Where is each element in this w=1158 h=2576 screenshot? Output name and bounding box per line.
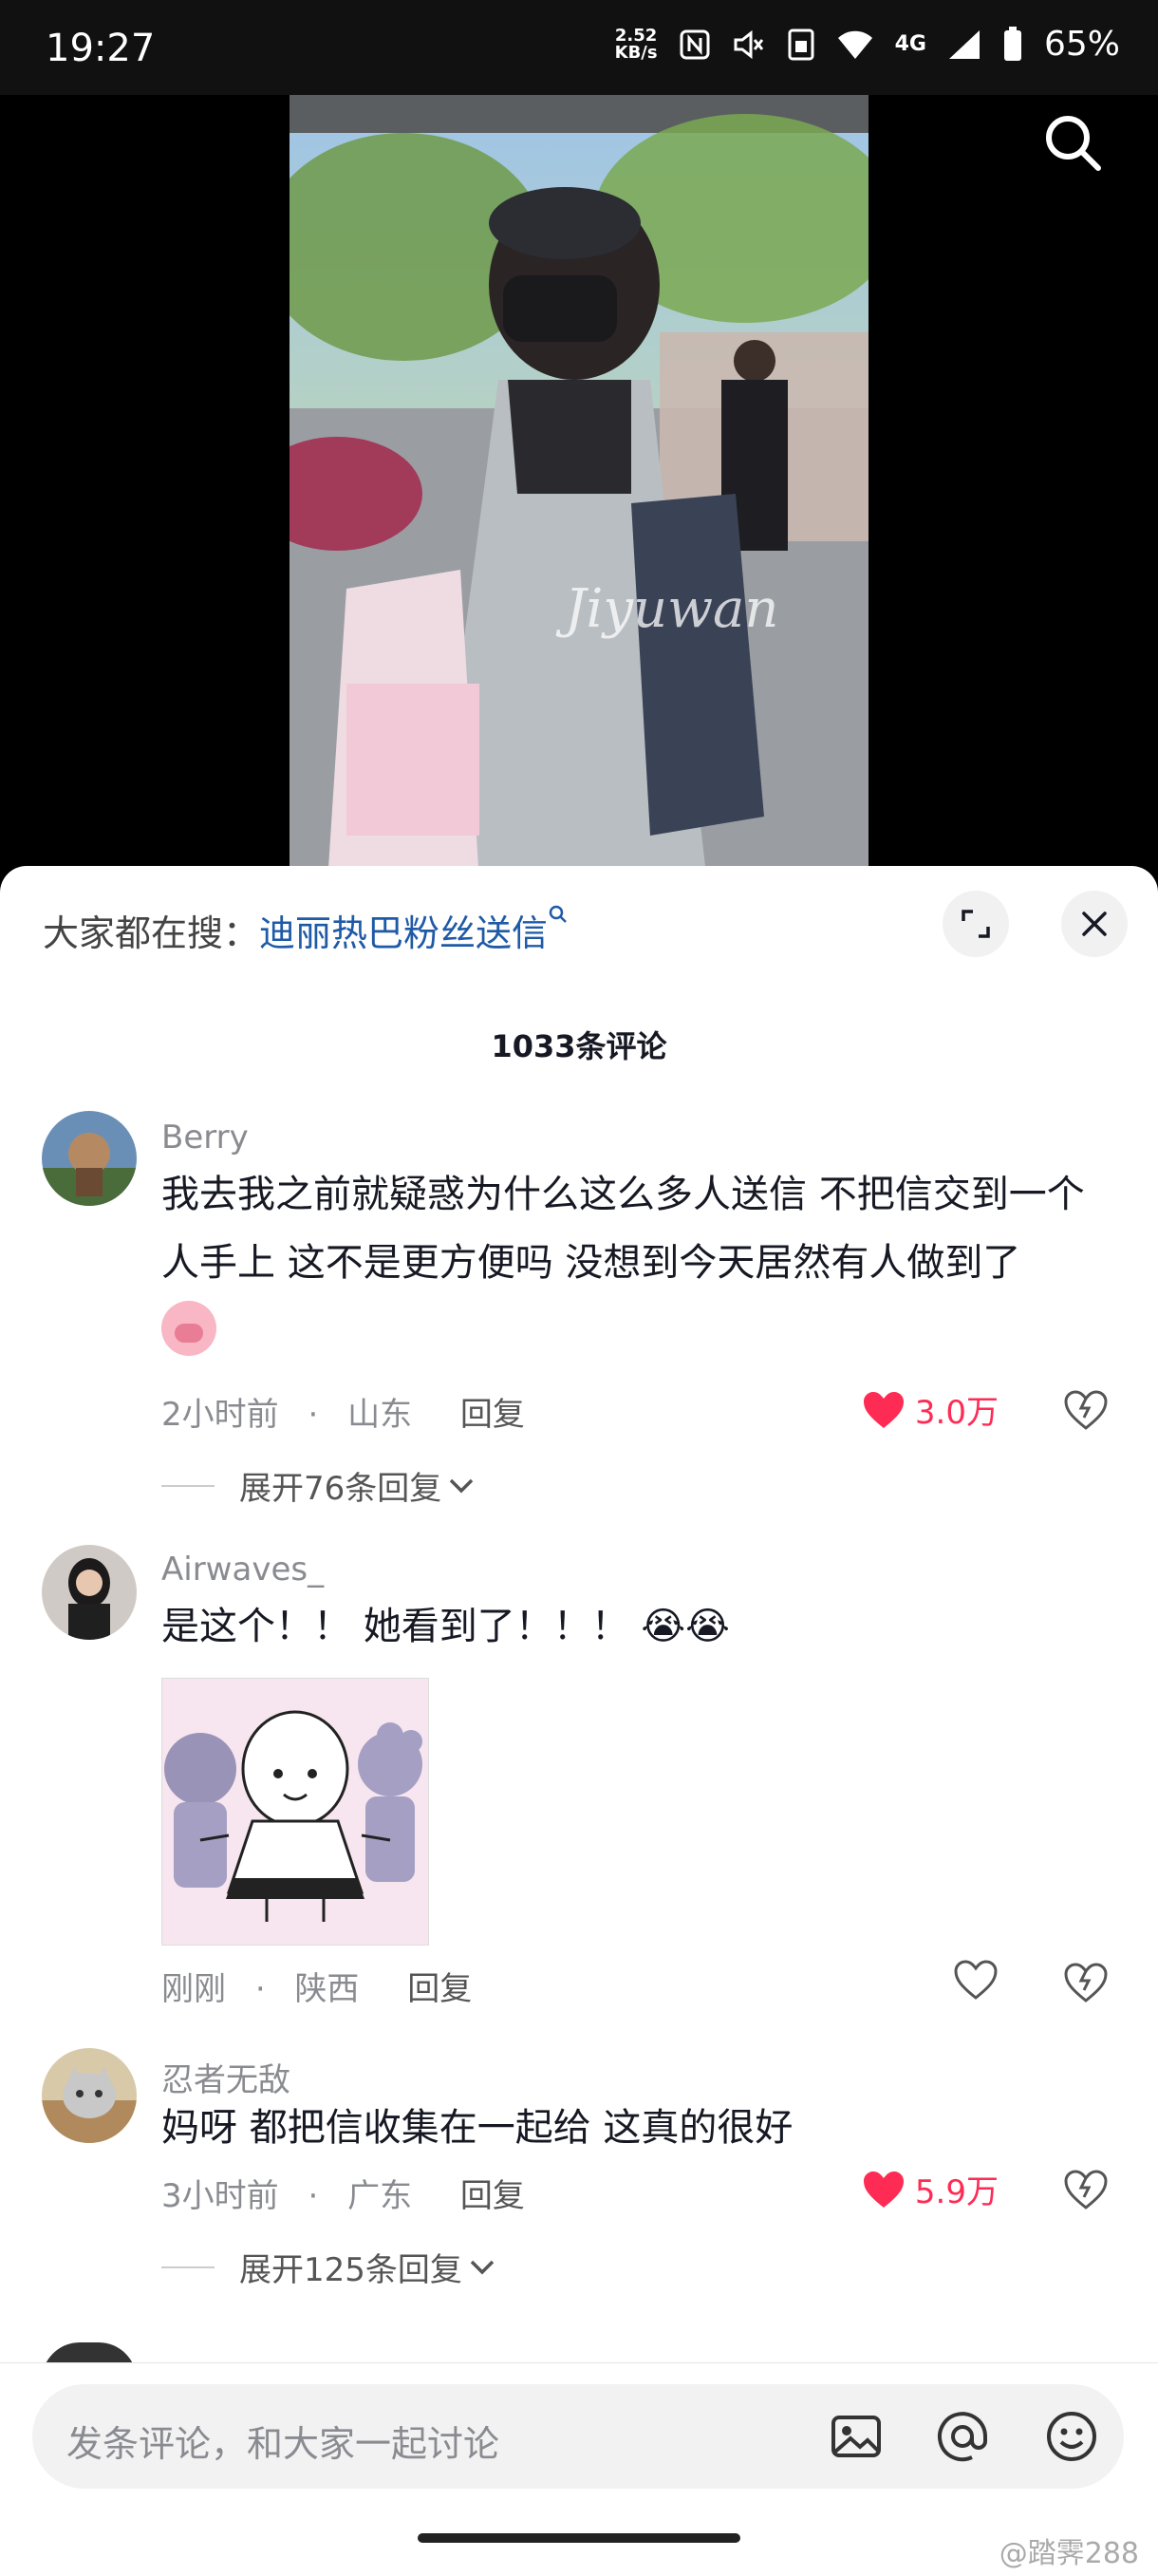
expand-icon <box>962 910 990 938</box>
close-icon <box>1082 912 1107 936</box>
comment-meta: 2小时前 · 山东 回复 <box>161 1396 525 1434</box>
comment-count: 1033条评论 <box>491 1028 667 1064</box>
chevron-down-icon <box>450 1478 474 1493</box>
status-bar: 19:27 2.52 KB/s 4G 65% <box>0 0 1158 95</box>
status-time: 19:27 <box>46 27 156 70</box>
avatar[interactable] <box>42 2048 137 2143</box>
dislike-icon[interactable] <box>1063 1386 1109 1432</box>
hot-search-bar: 大家都在搜：迪丽热巴粉丝送信 <box>43 904 569 956</box>
battery-level: 65% <box>1043 25 1120 64</box>
battery-icon <box>1003 26 1021 61</box>
chevron-down-icon <box>470 2260 495 2274</box>
comment-input-bar: 发条评论，和大家一起讨论 <box>0 2362 1158 2576</box>
expand-sheet-button[interactable] <box>943 891 1009 957</box>
status-icons: 2.52 KB/s 4G 65% <box>615 25 1120 64</box>
image-icon[interactable] <box>828 2408 885 2465</box>
comment-sheet: 大家都在搜：迪丽热巴粉丝送信 1033条评论 Berry 我去我之前就疑惑为什么… <box>0 866 1158 2575</box>
weibo-watermark: @踏霁288 <box>999 2537 1139 2570</box>
video-thumbnail: Jiyuwan <box>290 95 868 883</box>
heart-filled-icon <box>863 2171 904 2208</box>
video-player[interactable]: Jiyuwan <box>0 95 1158 883</box>
nfc-icon <box>680 29 710 59</box>
reply-button[interactable]: 回复 <box>460 1396 525 1434</box>
search-icon[interactable] <box>1039 109 1106 176</box>
mention-icon[interactable] <box>934 2408 991 2465</box>
dislike-icon[interactable] <box>1063 1959 1109 2004</box>
comment-input-placeholder: 发条评论，和大家一起讨论 <box>66 2423 500 2465</box>
like-count: 3.0万 <box>914 1394 999 1432</box>
reply-button[interactable]: 回复 <box>460 2177 525 2215</box>
hot-search-link[interactable]: 迪丽热巴粉丝送信 <box>259 912 548 954</box>
reply-button[interactable]: 回复 <box>407 1970 472 2008</box>
expand-replies-button[interactable]: 展开125条回复 <box>161 2244 496 2290</box>
pig-emoji <box>161 1301 216 1356</box>
avatar[interactable] <box>42 1111 137 1206</box>
comment-username[interactable]: Airwaves_ <box>161 1551 324 1589</box>
avatar[interactable] <box>42 1545 137 1640</box>
heart-outline-icon <box>954 1960 998 2000</box>
comment-username[interactable]: Berry <box>161 1119 249 1156</box>
like-button[interactable] <box>953 1959 999 2001</box>
expand-replies-button[interactable]: 展开76条回复 <box>161 1462 476 1509</box>
close-button[interactable] <box>1061 891 1128 957</box>
comment-text: 妈呀 都把信收集在一起给 这真的很好 <box>161 2106 794 2150</box>
mute-icon <box>734 29 763 59</box>
like-button[interactable]: 5.9万 <box>862 2166 999 2212</box>
comment-meta: 刚刚 · 陕西 回复 <box>161 1970 473 2008</box>
network-type: 4G <box>894 32 926 56</box>
heart-filled-icon <box>863 1391 904 1428</box>
sim-icon <box>788 28 814 60</box>
comment-input[interactable]: 发条评论，和大家一起讨论 <box>32 2384 1124 2489</box>
signal-icon <box>948 29 980 59</box>
dislike-icon[interactable] <box>1063 2166 1109 2211</box>
like-button[interactable]: 3.0万 <box>862 1386 999 1433</box>
emoji-icon[interactable] <box>1043 2408 1100 2465</box>
small-search-icon <box>549 905 567 923</box>
like-count: 5.9万 <box>914 2173 999 2211</box>
wifi-icon <box>837 30 872 59</box>
network-speed: 2.52 KB/s <box>614 25 658 63</box>
hot-search-prefix: 大家都在搜： <box>43 912 260 954</box>
video-frame: Jiyuwan <box>290 95 868 883</box>
comment-sticker-image[interactable] <box>161 1678 429 1946</box>
comment-text: 是这个！！ 她看到了！！！ 😭😭 <box>161 1605 730 1648</box>
comment-text: 我去我之前就疑惑为什么这么多人送信 不把信交到一个人手上 这不是更方便吗 没想到… <box>161 1160 1111 1356</box>
video-watermark: Jiyuwan <box>555 578 778 640</box>
comment-meta: 3小时前 · 广东 回复 <box>161 2177 525 2215</box>
home-indicator[interactable] <box>418 2533 740 2543</box>
